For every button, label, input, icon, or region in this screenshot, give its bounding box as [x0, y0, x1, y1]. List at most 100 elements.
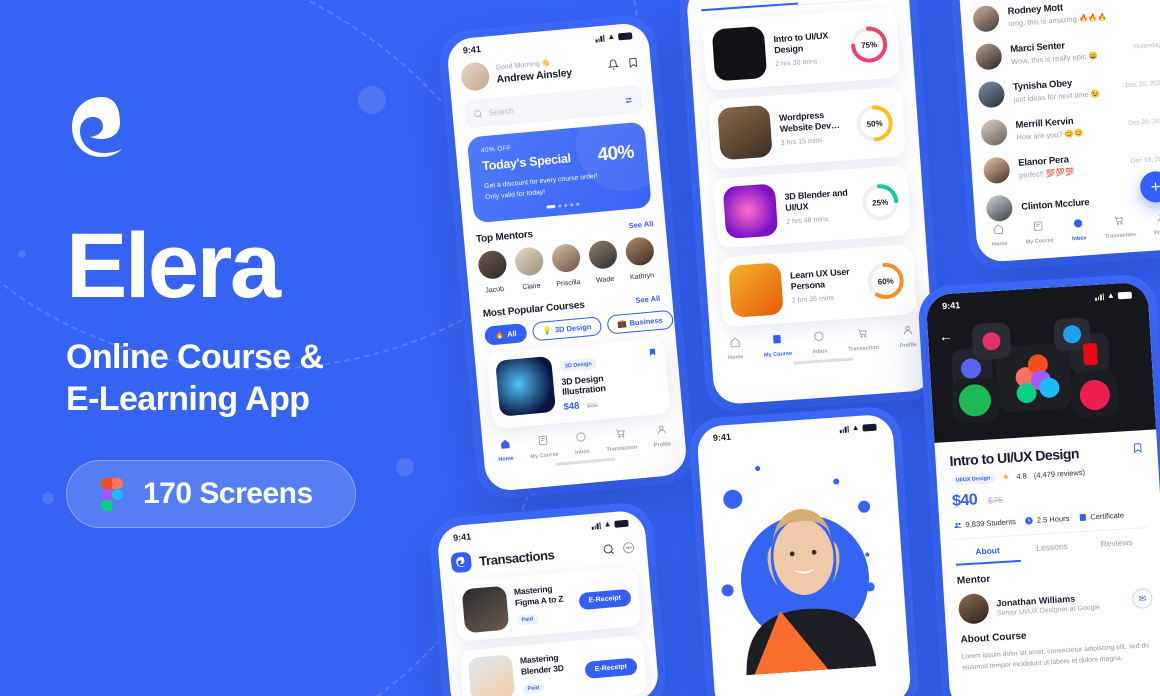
- chat-bubble-icon: [814, 331, 824, 341]
- notification-bell-icon[interactable]: [607, 58, 620, 70]
- progress-ring: 25%: [859, 181, 902, 224]
- progress-label: 75%: [860, 39, 878, 50]
- mentor-item[interactable]: Kathryn: [624, 235, 657, 284]
- promo-banner[interactable]: 40% OFF Today's Special 40% Get a discou…: [466, 121, 652, 223]
- mentor-item[interactable]: Priscilla: [550, 242, 583, 291]
- chip-all[interactable]: 🔥 All: [483, 322, 528, 346]
- tab-profile[interactable]: Profile: [898, 322, 917, 349]
- my-courses-screen: Ongoing Completed Intro to UI/UX Design …: [685, 0, 937, 406]
- avatar: [982, 156, 1011, 185]
- book-icon: [538, 435, 548, 445]
- students-icon: [954, 522, 962, 528]
- bookmark-icon[interactable]: [1132, 441, 1144, 455]
- tab-home[interactable]: Home: [990, 221, 1008, 248]
- battery-icon: [617, 31, 633, 40]
- e-receipt-button[interactable]: E-Receipt: [584, 656, 638, 679]
- tab-profile[interactable]: Profile: [652, 421, 672, 449]
- course-row[interactable]: Wordpress Website Dev… 3 hrs 15 mins 50%: [707, 86, 907, 170]
- tab-home[interactable]: Home: [496, 436, 514, 463]
- course-duration: 2 hrs 30 mins: [775, 58, 818, 69]
- avatar: [587, 239, 619, 270]
- progress-label: 60%: [877, 275, 894, 287]
- inbox-screen: Rodney Mott omg, this is amazing 🔥🔥🔥 Mar…: [954, 0, 1160, 263]
- bookmark-icon[interactable]: [627, 56, 639, 68]
- avatar[interactable]: [460, 61, 491, 92]
- chat-date: Dec 20, 2024: [1125, 79, 1160, 89]
- course-duration: 2 hrs 35 mins: [791, 294, 835, 305]
- tab-my-course[interactable]: My Course: [762, 331, 792, 359]
- chip-business[interactable]: 💼 Business: [606, 309, 674, 335]
- search-input[interactable]: Search: [463, 84, 644, 129]
- certificate-icon: [1079, 513, 1086, 521]
- tab-label: Home: [727, 354, 744, 362]
- chat-date: Dec 18, 2024: [1130, 154, 1160, 165]
- cellular-signal-icon: [591, 521, 601, 530]
- course-price: $48: [563, 400, 580, 413]
- chip-label: 3D Design: [554, 321, 592, 335]
- tab-label: Profile: [1153, 229, 1160, 237]
- page-title: Elera: [66, 215, 281, 317]
- course-title: 3D Blender and UI/UX: [784, 187, 848, 213]
- battery-icon: [862, 423, 877, 432]
- tab-transaction[interactable]: Transaction: [604, 424, 637, 453]
- transaction-thumbnail: [467, 654, 516, 696]
- course-row[interactable]: 3D Blender and UI/UX 2 hrs 48 mins 25%: [713, 165, 912, 249]
- mentor-name: Jacob: [485, 285, 505, 295]
- chip-3d-design[interactable]: 💡 3D Design: [531, 315, 603, 342]
- mentor-item[interactable]: Wade: [587, 239, 620, 287]
- tab-transaction[interactable]: Transaction: [847, 325, 879, 353]
- tab-label: Inbox: [1071, 235, 1087, 243]
- tab-reviews[interactable]: Reviews: [1084, 528, 1150, 558]
- course-rating: 4.8: [1016, 471, 1028, 481]
- tab-transaction[interactable]: Transaction: [1103, 212, 1136, 240]
- home-icon: [729, 337, 740, 348]
- decorative-dot: [754, 465, 761, 472]
- tab-profile[interactable]: Profile: [1153, 209, 1160, 237]
- search-placeholder: Search: [488, 105, 515, 117]
- course-title: Wordpress Website Dev…: [778, 109, 840, 135]
- tab-inbox[interactable]: Inbox: [811, 328, 828, 355]
- mentor-item[interactable]: Claire: [514, 245, 546, 294]
- tab-label: Profile: [653, 441, 672, 449]
- mentor-heading: Mentor: [956, 573, 991, 587]
- progress-ring: 75%: [848, 23, 891, 66]
- transaction-row[interactable]: Mastering Figma A to Z Paid E-Receipt: [452, 566, 642, 642]
- message-mentor-button[interactable]: ✉: [1131, 587, 1153, 610]
- cellular-signal-icon: [1095, 292, 1105, 301]
- filter-sliders-icon[interactable]: [624, 95, 634, 105]
- tab-lessons[interactable]: Lessons: [1019, 532, 1085, 562]
- course-row[interactable]: Intro to UI/UX Design 2 hrs 30 mins 75%: [702, 7, 901, 92]
- progress-ring: 60%: [864, 260, 907, 303]
- more-horizontal-icon[interactable]: [622, 541, 635, 554]
- fact-duration: 2.5 Hours: [1025, 514, 1070, 526]
- chat-bubble-icon: [576, 432, 586, 442]
- wifi-icon: ▲: [606, 31, 616, 42]
- cart-icon: [858, 329, 867, 338]
- chat-bubble-icon: [1074, 219, 1083, 228]
- tab-about[interactable]: About: [954, 535, 1021, 566]
- bookmark-filled-icon[interactable]: [647, 346, 657, 358]
- tab-my-course[interactable]: My Course: [528, 431, 559, 460]
- avatar: [957, 592, 990, 625]
- 3d-app-icons-collage: [951, 317, 1119, 423]
- tab-inbox[interactable]: Inbox: [573, 429, 590, 456]
- page-title: Transactions: [478, 546, 555, 569]
- tab-my-course[interactable]: My Course: [1024, 218, 1054, 246]
- tab-home[interactable]: Home: [726, 334, 744, 362]
- portrait-illustration: [697, 432, 909, 677]
- course-thumbnail: [722, 183, 779, 240]
- e-receipt-button[interactable]: E-Receipt: [578, 588, 632, 610]
- fact-label: Certificate: [1090, 510, 1125, 522]
- transaction-row[interactable]: Mastering Blender 3D Paid E-Receipt: [458, 634, 648, 696]
- course-thumbnail: [717, 104, 773, 161]
- avatar: [624, 235, 655, 267]
- course-old-price: $75: [987, 494, 1004, 506]
- clock-icon: [1025, 516, 1034, 525]
- tab-inbox[interactable]: Inbox: [1070, 215, 1087, 243]
- course-thumbnail: [728, 262, 784, 318]
- screens-count-badge[interactable]: 170 Screens: [66, 460, 356, 529]
- avatar: [550, 242, 582, 274]
- fire-emoji: 🔥: [494, 329, 505, 340]
- search-icon[interactable]: [602, 543, 615, 556]
- course-duration: 2 hrs 48 mins: [786, 216, 829, 227]
